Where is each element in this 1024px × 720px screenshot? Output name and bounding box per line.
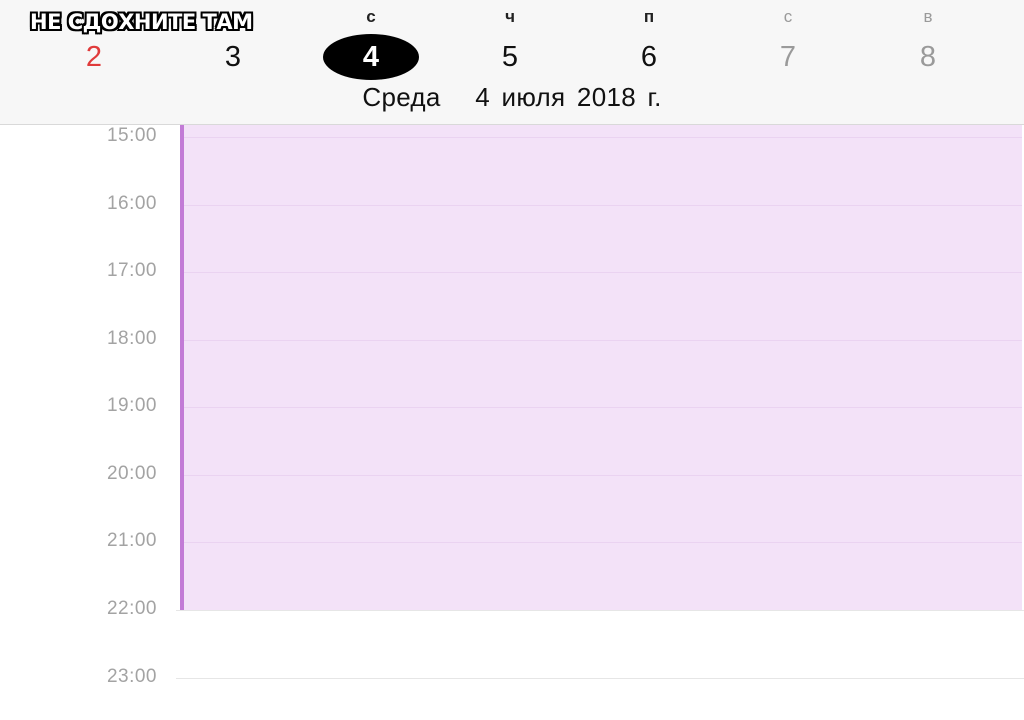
day-letter: с [783,7,793,26]
date-text: 4 июля 2018 г. [475,82,662,112]
hour-row: 19:00 [0,395,1024,416]
day-letter: п [643,7,655,26]
day-letter: с [366,7,376,26]
day-number: 2 [85,41,103,73]
day-number: 5 [501,41,519,73]
hour-label: 22:00 [106,598,157,619]
meme-caption: НЕ СДОХНИТЕ ТАМ [30,10,253,34]
day-timeline[interactable]: 15:00 16:00 17:00 18:00 19:00 20:00 21:0… [0,125,1024,720]
calendar-event-block[interactable] [180,125,1022,610]
hour-row: 20:00 [0,463,1024,484]
day-friday-6[interactable]: п 6 [579,0,719,85]
hour-divider [176,610,1024,611]
hour-row: 15:00 [0,125,1024,146]
day-thursday-5[interactable]: ч 5 [440,0,580,85]
hour-label: 23:00 [106,666,157,687]
day-number: 3 [224,41,242,73]
hour-row: 22:00 [0,598,1024,619]
hour-row: 16:00 [0,193,1024,214]
hour-row: 21:00 [0,530,1024,551]
hour-row: 17:00 [0,260,1024,281]
week-header: НЕ СДОХНИТЕ ТАМ 2 3 с 4 ч 5 п 6 с 7 в 8 … [0,0,1024,125]
hour-label: 17:00 [106,260,157,281]
hour-label: 15:00 [106,125,157,146]
hour-label: 20:00 [106,463,157,484]
day-saturday-7[interactable]: с 7 [718,0,858,85]
hour-row: 23:00 [0,666,1024,687]
day-sunday-8[interactable]: в 8 [858,0,998,85]
hour-label: 16:00 [106,193,157,214]
selected-date-title: Среда 4 июля 2018 г. [0,82,1024,113]
hour-divider [176,678,1024,679]
hour-label: 21:00 [106,530,157,551]
day-letter: в [923,7,933,26]
day-wednesday-4-selected[interactable]: с 4 [301,0,441,85]
day-letter: ч [505,7,515,26]
day-number: 6 [640,41,658,73]
hour-label: 18:00 [106,328,157,349]
weekday-name: Среда [362,82,441,112]
day-number: 8 [919,41,937,73]
hour-row: 18:00 [0,328,1024,349]
selected-day-number: 4 [323,34,419,80]
hour-label: 19:00 [106,395,157,416]
day-number: 7 [779,41,797,73]
